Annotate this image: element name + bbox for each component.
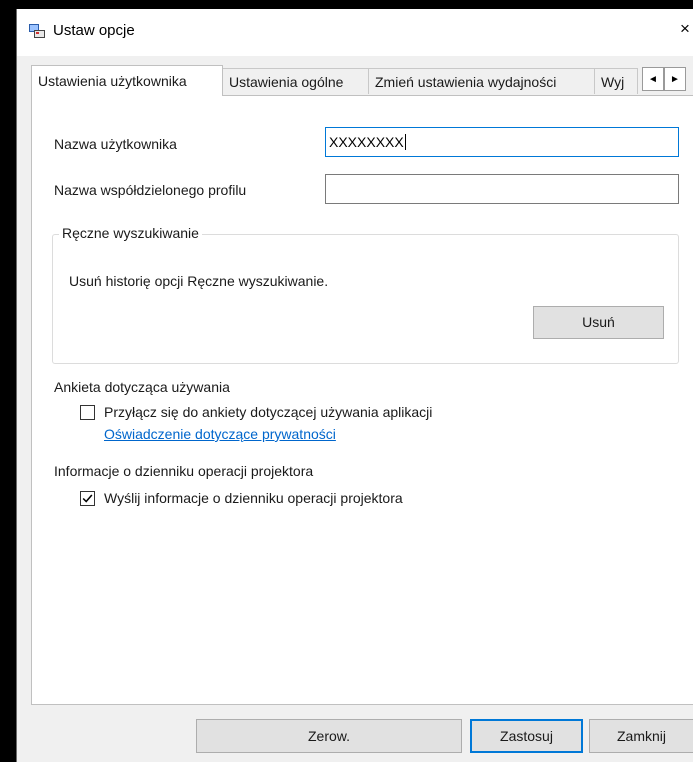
close-window-icon[interactable]: × [680,19,690,39]
manual-search-group-title: Ręczne wyszukiwanie [59,225,202,241]
title-bar[interactable]: Ustaw opcje × [17,9,693,56]
tab-strip: Ustawienia użytkownika Ustawienia ogólne… [31,65,693,96]
projector-log-heading: Informacje o dzienniku operacji projekto… [54,463,314,479]
tab-user-settings[interactable]: Ustawienia użytkownika [31,65,223,96]
user-settings-panel: Nazwa użytkownika XXXXXXXX Nazwa współdz… [31,95,693,705]
shared-profile-label: Nazwa współdzielonego profilu [54,182,247,198]
apply-button[interactable]: Zastosuj [470,719,583,753]
projector-log-checkbox-label: Wyślij informacje o dzienniku operacji p… [104,490,403,506]
survey-checkbox-label: Przyłącz się do ankiety dotyczącej używa… [104,404,433,420]
tab-general-settings[interactable]: Ustawienia ogólne [222,68,369,94]
close-button[interactable]: Zamknij [589,719,693,753]
username-input[interactable]: XXXXXXXX [325,127,679,157]
privacy-statement-link[interactable]: Oświadczenie dotyczące prywatności [104,426,336,442]
manual-search-description: Usuń historię opcji Ręczne wyszukiwanie. [69,273,329,289]
delete-history-button[interactable]: Usuń [533,306,664,339]
app-icon [29,24,45,38]
manual-search-group: Ręczne wyszukiwanie Usuń historię opcji … [52,225,679,364]
tab-truncated[interactable]: Wyj [594,68,638,94]
tab-performance-settings[interactable]: Zmień ustawienia wydajności [368,68,595,94]
shared-profile-input[interactable] [325,174,679,204]
tab-scroll-left-icon[interactable]: ◄ [642,67,664,91]
tab-scroll-right-icon[interactable]: ► [664,67,686,91]
tab-label: Ustawienia ogólne [229,74,344,90]
options-dialog: Ustaw opcje × Ustawienia użytkownika Ust… [16,9,693,762]
tab-label: Zmień ustawienia wydajności [375,74,557,90]
checkmark-icon [82,494,93,503]
tab-label: Wyj [601,74,625,90]
username-label: Nazwa użytkownika [54,136,177,152]
tab-label: Ustawienia użytkownika [38,73,187,89]
text-cursor [404,134,406,150]
survey-checkbox[interactable] [80,405,95,420]
username-value: XXXXXXXX [329,134,404,150]
survey-heading: Ankieta dotycząca używania [54,379,230,395]
projector-log-checkbox[interactable] [80,491,95,506]
reset-button[interactable]: Zerow. [196,719,462,753]
window-title: Ustaw opcje [53,22,135,39]
